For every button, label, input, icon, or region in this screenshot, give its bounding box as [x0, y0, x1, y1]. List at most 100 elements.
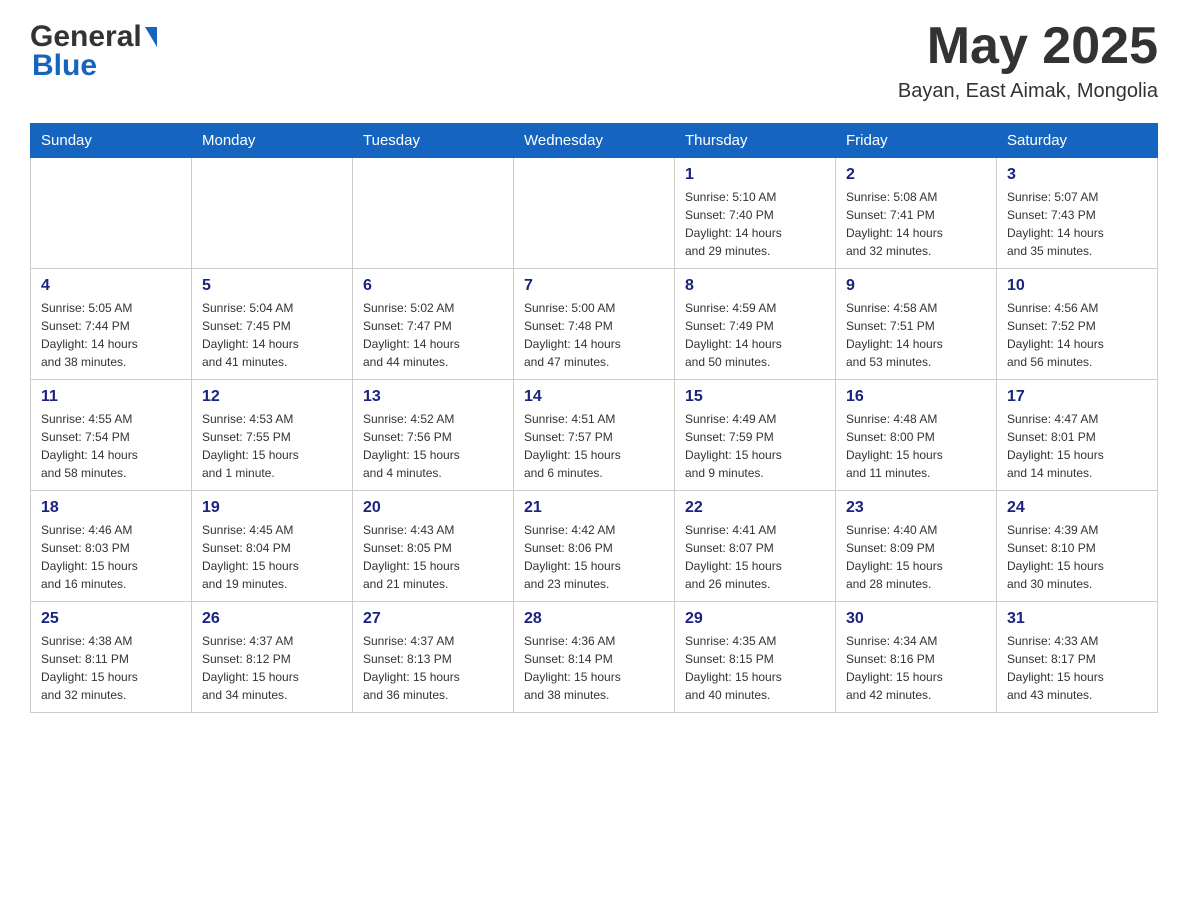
- day-info: Sunrise: 4:37 AM Sunset: 8:13 PM Dayligh…: [363, 632, 503, 704]
- day-of-week-header: Saturday: [997, 124, 1158, 158]
- calendar-day-cell: 9 Sunrise: 4:58 AM Sunset: 7:51 PM Daylig…: [836, 269, 997, 380]
- day-info: Sunrise: 4:35 AM Sunset: 8:15 PM Dayligh…: [685, 632, 825, 704]
- day-info: Sunrise: 4:40 AM Sunset: 8:09 PM Dayligh…: [846, 521, 986, 593]
- calendar-day-cell: 26 Sunrise: 4:37 AM Sunset: 8:12 PM Dayli…: [192, 602, 353, 713]
- calendar-header-row: SundayMondayTuesdayWednesdayThursdayFrid…: [31, 124, 1158, 158]
- day-number: 5: [202, 277, 342, 295]
- logo: General Blue: [30, 20, 157, 83]
- calendar-day-cell: 3Sunrise: 5:07 AM Sunset: 7:43 PM Daylig…: [997, 158, 1158, 269]
- calendar-day-cell: 29Sunrise: 4:35 AM Sunset: 8:15 PM Dayli…: [675, 602, 836, 713]
- day-number: 8: [685, 277, 825, 295]
- calendar-day-cell: 20 Sunrise: 4:43 AM Sunset: 8:05 PM Dayli…: [353, 491, 514, 602]
- calendar-day-cell: [192, 158, 353, 269]
- day-number: 30: [846, 610, 986, 628]
- day-info: Sunrise: 5:00 AM Sunset: 7:48 PM Dayligh…: [524, 299, 664, 371]
- day-info: Sunrise: 4:49 AM Sunset: 7:59 PM Dayligh…: [685, 410, 825, 482]
- calendar-day-cell: 13Sunrise: 4:52 AM Sunset: 7:56 PM Dayli…: [353, 380, 514, 491]
- calendar-day-cell: 16Sunrise: 4:48 AM Sunset: 8:00 PM Dayli…: [836, 380, 997, 491]
- calendar-day-cell: 21Sunrise: 4:42 AM Sunset: 8:06 PM Dayli…: [514, 491, 675, 602]
- day-of-week-header: Wednesday: [514, 124, 675, 158]
- day-info: Sunrise: 4:43 AM Sunset: 8:05 PM Dayligh…: [363, 521, 503, 593]
- day-info: Sunrise: 4:39 AM Sunset: 8:10 PM Dayligh…: [1007, 521, 1147, 593]
- day-number: 6: [363, 277, 503, 295]
- calendar-week-row: 4Sunrise: 5:05 AM Sunset: 7:44 PM Daylig…: [31, 269, 1158, 380]
- calendar-week-row: 18 Sunrise: 4:46 AM Sunset: 8:03 PM Dayli…: [31, 491, 1158, 602]
- calendar-day-cell: 25 Sunrise: 4:38 AM Sunset: 8:11 PM Dayli…: [31, 602, 192, 713]
- day-info: Sunrise: 4:51 AM Sunset: 7:57 PM Dayligh…: [524, 410, 664, 482]
- page-header: General Blue May 2025 Bayan, East Aimak,…: [30, 20, 1158, 103]
- calendar-day-cell: 10 Sunrise: 4:56 AM Sunset: 7:52 PM Dayli…: [997, 269, 1158, 380]
- calendar-day-cell: 12 Sunrise: 4:53 AM Sunset: 7:55 PM Dayli…: [192, 380, 353, 491]
- logo-blue-text: Blue: [30, 49, 97, 83]
- day-info: Sunrise: 5:04 AM Sunset: 7:45 PM Dayligh…: [202, 299, 342, 371]
- calendar-day-cell: 30 Sunrise: 4:34 AM Sunset: 8:16 PM Dayli…: [836, 602, 997, 713]
- calendar-day-cell: 17Sunrise: 4:47 AM Sunset: 8:01 PM Dayli…: [997, 380, 1158, 491]
- day-info: Sunrise: 5:02 AM Sunset: 7:47 PM Dayligh…: [363, 299, 503, 371]
- month-year-title: May 2025: [898, 20, 1158, 72]
- calendar-day-cell: [31, 158, 192, 269]
- calendar-day-cell: 24 Sunrise: 4:39 AM Sunset: 8:10 PM Dayli…: [997, 491, 1158, 602]
- day-number: 9: [846, 277, 986, 295]
- day-number: 10: [1007, 277, 1147, 295]
- day-number: 22: [685, 499, 825, 517]
- calendar-table: SundayMondayTuesdayWednesdayThursdayFrid…: [30, 123, 1158, 713]
- day-info: Sunrise: 4:46 AM Sunset: 8:03 PM Dayligh…: [41, 521, 181, 593]
- day-of-week-header: Monday: [192, 124, 353, 158]
- calendar-day-cell: 1 Sunrise: 5:10 AM Sunset: 7:40 PM Daylig…: [675, 158, 836, 269]
- day-number: 18: [41, 499, 181, 517]
- day-number: 27: [363, 610, 503, 628]
- calendar-day-cell: 5 Sunrise: 5:04 AM Sunset: 7:45 PM Daylig…: [192, 269, 353, 380]
- day-number: 25: [41, 610, 181, 628]
- day-number: 1: [685, 166, 825, 184]
- day-number: 15: [685, 388, 825, 406]
- day-of-week-header: Tuesday: [353, 124, 514, 158]
- calendar-day-cell: 27 Sunrise: 4:37 AM Sunset: 8:13 PM Dayli…: [353, 602, 514, 713]
- calendar-day-cell: 14 Sunrise: 4:51 AM Sunset: 7:57 PM Dayli…: [514, 380, 675, 491]
- calendar-day-cell: 8Sunrise: 4:59 AM Sunset: 7:49 PM Daylig…: [675, 269, 836, 380]
- day-info: Sunrise: 5:10 AM Sunset: 7:40 PM Dayligh…: [685, 188, 825, 260]
- day-number: 17: [1007, 388, 1147, 406]
- day-number: 20: [363, 499, 503, 517]
- day-info: Sunrise: 4:38 AM Sunset: 8:11 PM Dayligh…: [41, 632, 181, 704]
- day-number: 3: [1007, 166, 1147, 184]
- calendar-day-cell: [353, 158, 514, 269]
- calendar-week-row: 1 Sunrise: 5:10 AM Sunset: 7:40 PM Daylig…: [31, 158, 1158, 269]
- day-info: Sunrise: 4:48 AM Sunset: 8:00 PM Dayligh…: [846, 410, 986, 482]
- day-info: Sunrise: 4:56 AM Sunset: 7:52 PM Dayligh…: [1007, 299, 1147, 371]
- calendar-day-cell: 6 Sunrise: 5:02 AM Sunset: 7:47 PM Daylig…: [353, 269, 514, 380]
- day-info: Sunrise: 4:53 AM Sunset: 7:55 PM Dayligh…: [202, 410, 342, 482]
- day-number: 14: [524, 388, 664, 406]
- calendar-week-row: 25 Sunrise: 4:38 AM Sunset: 8:11 PM Dayli…: [31, 602, 1158, 713]
- day-number: 2: [846, 166, 986, 184]
- day-number: 24: [1007, 499, 1147, 517]
- day-number: 7: [524, 277, 664, 295]
- day-number: 28: [524, 610, 664, 628]
- day-number: 26: [202, 610, 342, 628]
- calendar-day-cell: 22Sunrise: 4:41 AM Sunset: 8:07 PM Dayli…: [675, 491, 836, 602]
- day-info: Sunrise: 4:45 AM Sunset: 8:04 PM Dayligh…: [202, 521, 342, 593]
- calendar-day-cell: 19 Sunrise: 4:45 AM Sunset: 8:04 PM Dayli…: [192, 491, 353, 602]
- day-number: 13: [363, 388, 503, 406]
- day-info: Sunrise: 4:58 AM Sunset: 7:51 PM Dayligh…: [846, 299, 986, 371]
- calendar-week-row: 11Sunrise: 4:55 AM Sunset: 7:54 PM Dayli…: [31, 380, 1158, 491]
- calendar-day-cell: [514, 158, 675, 269]
- day-info: Sunrise: 4:55 AM Sunset: 7:54 PM Dayligh…: [41, 410, 181, 482]
- day-info: Sunrise: 4:34 AM Sunset: 8:16 PM Dayligh…: [846, 632, 986, 704]
- day-of-week-header: Friday: [836, 124, 997, 158]
- calendar-day-cell: 11Sunrise: 4:55 AM Sunset: 7:54 PM Dayli…: [31, 380, 192, 491]
- day-number: 19: [202, 499, 342, 517]
- logo-arrow-icon: [145, 27, 157, 47]
- day-info: Sunrise: 5:08 AM Sunset: 7:41 PM Dayligh…: [846, 188, 986, 260]
- day-info: Sunrise: 4:33 AM Sunset: 8:17 PM Dayligh…: [1007, 632, 1147, 704]
- day-info: Sunrise: 5:05 AM Sunset: 7:44 PM Dayligh…: [41, 299, 181, 371]
- calendar-day-cell: 15 Sunrise: 4:49 AM Sunset: 7:59 PM Dayli…: [675, 380, 836, 491]
- calendar-day-cell: 2 Sunrise: 5:08 AM Sunset: 7:41 PM Daylig…: [836, 158, 997, 269]
- day-info: Sunrise: 4:37 AM Sunset: 8:12 PM Dayligh…: [202, 632, 342, 704]
- title-block: May 2025 Bayan, East Aimak, Mongolia: [898, 20, 1158, 103]
- day-info: Sunrise: 4:42 AM Sunset: 8:06 PM Dayligh…: [524, 521, 664, 593]
- day-number: 12: [202, 388, 342, 406]
- calendar-day-cell: 4Sunrise: 5:05 AM Sunset: 7:44 PM Daylig…: [31, 269, 192, 380]
- calendar-day-cell: 18 Sunrise: 4:46 AM Sunset: 8:03 PM Dayli…: [31, 491, 192, 602]
- calendar-day-cell: 7 Sunrise: 5:00 AM Sunset: 7:48 PM Daylig…: [514, 269, 675, 380]
- day-number: 31: [1007, 610, 1147, 628]
